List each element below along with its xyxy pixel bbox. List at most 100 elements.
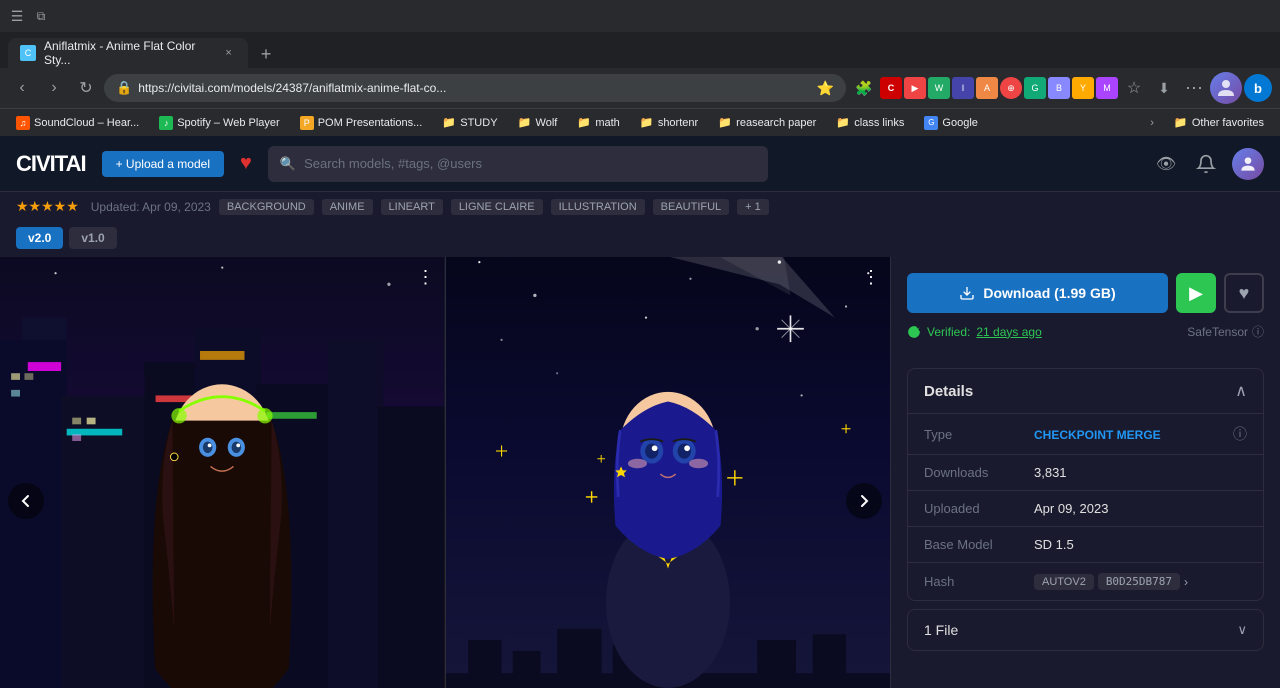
tag-anime[interactable]: ANIME	[322, 199, 373, 215]
type-info-icon[interactable]: ⓘ	[1233, 424, 1247, 444]
version-v20-button[interactable]: v2.0	[16, 227, 63, 249]
ext-10[interactable]: M	[1096, 77, 1118, 99]
site-logo[interactable]: CIVITAI	[16, 151, 86, 177]
user-avatar[interactable]	[1210, 72, 1242, 104]
extensions-icon[interactable]: 🧩	[850, 74, 878, 102]
ext-5[interactable]: A	[976, 77, 998, 99]
forward-button[interactable]: ›	[40, 74, 68, 102]
search-bar[interactable]: 🔍 Search models, #tags, @users	[268, 146, 768, 182]
uploaded-value: Apr 09, 2023	[1034, 501, 1247, 516]
ext-9[interactable]: Y	[1072, 77, 1094, 99]
hash-label: Hash	[924, 574, 1034, 589]
download-button[interactable]: Download (1.99 GB)	[907, 273, 1168, 313]
ext-7[interactable]: G	[1024, 77, 1046, 99]
spotify-icon: ♪	[159, 116, 173, 130]
verified-date-link[interactable]: 21 days ago	[976, 325, 1041, 339]
ext-2[interactable]: ▶	[904, 77, 926, 99]
ext-6[interactable]: ⊕	[1000, 77, 1022, 99]
favorites-heart-icon[interactable]: ♥	[240, 152, 252, 175]
ext-4[interactable]: I	[952, 77, 974, 99]
upload-model-button[interactable]: + Upload a model	[102, 151, 224, 177]
ext-8[interactable]: B	[1048, 77, 1070, 99]
verified-badge: Verified: 21 days ago	[907, 325, 1042, 339]
gallery-image-right: ⋮ •	[446, 257, 891, 688]
gallery-prev-button[interactable]	[8, 483, 44, 519]
image-gallery: ⋮	[0, 257, 890, 688]
image-left-menu-button[interactable]: ⋮	[417, 267, 435, 288]
run-button[interactable]: ▶	[1176, 273, 1216, 313]
hash-type-badge[interactable]: AUTOV2	[1034, 574, 1094, 590]
bookmark-other-favorites-label: Other favorites	[1192, 117, 1264, 129]
download-row: Download (1.99 GB) ▶ ♥	[907, 273, 1264, 313]
verified-row: Verified: 21 days ago SafeTensor ⓘ	[907, 323, 1264, 340]
user-profile-avatar[interactable]	[1232, 148, 1264, 180]
more-button[interactable]: ⋯	[1180, 74, 1208, 102]
bookmark-study[interactable]: 📁 STUDY	[434, 112, 505, 134]
tag-background[interactable]: BACKGROUND	[219, 199, 314, 215]
tag-lineart[interactable]: LINEART	[381, 199, 443, 215]
pom-icon: P	[300, 116, 314, 130]
tab-title: Aniflatmix - Anime Flat Color Sty...	[44, 39, 213, 67]
bookmark-math[interactable]: 📁 math	[569, 112, 627, 134]
refresh-button[interactable]: ↻	[72, 74, 100, 102]
bookmark-shortenr[interactable]: 📁 shortenr	[632, 112, 706, 134]
google-icon: G	[924, 116, 938, 130]
address-bar[interactable]: 🔒 https://civitai.com/models/24387/anifl…	[104, 74, 846, 102]
new-tab-button[interactable]: +	[252, 40, 280, 68]
bookmark-shortenr-label: shortenr	[658, 117, 698, 129]
details-title: Details	[924, 383, 973, 400]
bookmark-class-label: class links	[854, 117, 904, 129]
study-folder-icon: 📁	[442, 116, 456, 130]
tag-ligne-claire[interactable]: LIGNE CLAIRE	[451, 199, 543, 215]
address-text: https://civitai.com/models/24387/aniflat…	[138, 81, 806, 95]
type-label: Type	[924, 427, 1034, 442]
bookmark-google[interactable]: G Google	[916, 112, 985, 134]
bookmark-pom[interactable]: P POM Presentations...	[292, 112, 431, 134]
image-right-menu-button[interactable]: ⋮	[862, 267, 880, 288]
download-section: Download (1.99 GB) ▶ ♥ Verified: 21 days…	[891, 257, 1280, 368]
tab-close-button[interactable]: ×	[221, 45, 236, 61]
bookmark-study-label: STUDY	[460, 117, 497, 129]
hash-arrow-button[interactable]: ›	[1184, 575, 1188, 589]
details-collapse-button[interactable]: ∧	[1235, 381, 1247, 401]
active-tab[interactable]: C Aniflatmix - Anime Flat Color Sty... ×	[8, 38, 248, 68]
bookmark-soundcloud[interactable]: ♫ SoundCloud – Hear...	[8, 112, 147, 134]
ext-1[interactable]: C	[880, 77, 902, 99]
back-button[interactable]: ‹	[8, 74, 36, 102]
notifications-icon[interactable]	[1192, 150, 1220, 178]
header-icons: 👁	[1152, 148, 1264, 180]
browser-chrome: ☰ ⧉ C Aniflatmix - Anime Flat Color Sty.…	[0, 0, 1280, 136]
checkpoint-merge-badge[interactable]: CHECKPOINT MERGE	[1034, 428, 1161, 442]
page-content: CIVITAI + Upload a model ♥ 🔍 Search mode…	[0, 136, 1280, 688]
save-button[interactable]: ♥	[1224, 273, 1264, 313]
bookmark-spotify[interactable]: ♪ Spotify – Web Player	[151, 112, 288, 134]
safe-tensor-info-icon[interactable]: ⓘ	[1252, 323, 1264, 340]
visibility-off-icon[interactable]: 👁	[1152, 150, 1180, 178]
gallery-next-button[interactable]	[846, 483, 882, 519]
ext-3[interactable]: W	[928, 77, 950, 99]
bookmark-other-favorites[interactable]: 📁 Other favorites	[1166, 112, 1272, 134]
detail-row-uploaded: Uploaded Apr 09, 2023	[908, 491, 1263, 527]
tab-strip-icon[interactable]: ⧉	[32, 7, 50, 25]
bookmark-research[interactable]: 📁 reasearch paper	[710, 112, 824, 134]
base-model-value: SD 1.5	[1034, 537, 1247, 552]
version-bar: v2.0 v1.0	[0, 221, 1280, 257]
tag-beautiful[interactable]: BEAUTIFUL	[653, 199, 730, 215]
bookmark-google-label: Google	[942, 117, 977, 129]
details-panel: Details ∧ Type CHECKPOINT MERGE ⓘ Downlo…	[907, 368, 1264, 601]
bookmark-wolf[interactable]: 📁 Wolf	[510, 112, 566, 134]
tag-illustration[interactable]: ILLUSTRATION	[551, 199, 645, 215]
files-collapse-button[interactable]: ∨	[1237, 622, 1247, 638]
shortenr-folder-icon: 📁	[640, 116, 654, 130]
bookmark-more[interactable]: ›	[1142, 112, 1162, 134]
version-v10-button[interactable]: v1.0	[69, 227, 116, 249]
hash-value-text: B0D25DB787	[1098, 573, 1180, 590]
sidebar-toggle-icon[interactable]: ☰	[8, 7, 26, 25]
bing-icon[interactable]: b	[1244, 74, 1272, 102]
bookmarks-icon[interactable]: ☆	[1120, 74, 1148, 102]
details-header: Details ∧	[908, 369, 1263, 414]
research-folder-icon: 📁	[718, 116, 732, 130]
downloads-icon[interactable]: ⬇	[1150, 74, 1178, 102]
bookmark-soundcloud-label: SoundCloud – Hear...	[34, 117, 139, 129]
bookmark-class[interactable]: 📁 class links	[828, 112, 912, 134]
